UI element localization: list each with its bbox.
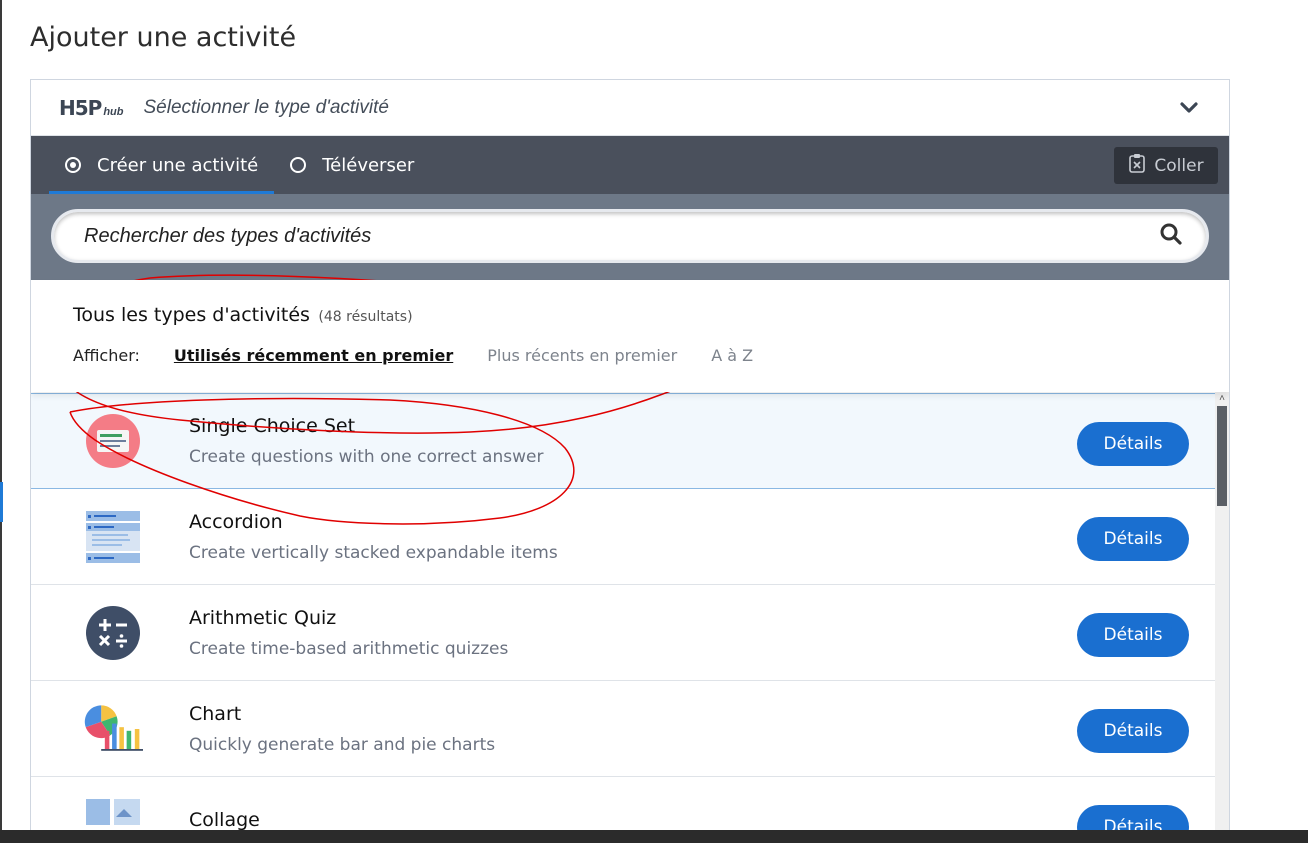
page-title: Ajouter une activité <box>30 22 297 53</box>
hub-header[interactable]: H5P hub Sélectionner le type d'activité <box>31 80 1229 136</box>
details-button[interactable]: Détails <box>1077 805 1189 831</box>
sort-newest[interactable]: Plus récents en premier <box>487 346 677 365</box>
hub-tabs: Créer une activité Téléverser Coller <box>31 136 1229 194</box>
h5p-hub: H5P hub Sélectionner le type d'activité … <box>30 79 1230 831</box>
item-text: Single Choice Set Create questions with … <box>189 415 543 467</box>
item-text: Collage <box>189 809 260 832</box>
item-text: Arithmetic Quiz Create time-based arithm… <box>189 607 508 659</box>
h5p-hub-logo: H5P hub <box>59 96 123 120</box>
paste-button-label: Coller <box>1154 155 1204 176</box>
sort-row: Afficher: Utilisés récemment en premier … <box>73 346 1187 365</box>
results-panel: Tous les types d'activités (48 résultats… <box>31 280 1229 392</box>
item-text: Accordion Create vertically stacked expa… <box>189 511 558 563</box>
sort-a-z[interactable]: A à Z <box>711 346 753 365</box>
tab-upload-label: Téléverser <box>322 154 415 176</box>
chevron-down-icon[interactable] <box>1177 96 1201 120</box>
search-bar <box>31 194 1229 280</box>
scroll-up-icon[interactable]: ˄ <box>1217 394 1227 404</box>
details-button[interactable]: Détails <box>1077 422 1189 466</box>
list-scrollbar[interactable]: ˄ <box>1215 392 1229 831</box>
sort-label: Afficher: <box>73 346 140 365</box>
item-title: Accordion <box>189 510 283 533</box>
sort-recently-used[interactable]: Utilisés récemment en premier <box>174 346 453 365</box>
item-description: Create vertically stacked expandable ite… <box>189 542 558 563</box>
list-item[interactable]: Arithmetic Quiz Create time-based arithm… <box>31 585 1216 681</box>
list-item[interactable]: Chart Quickly generate bar and pie chart… <box>31 681 1216 777</box>
search-icon[interactable] <box>1160 223 1182 250</box>
results-title: Tous les types d'activités <box>73 304 310 326</box>
radio-unchecked-icon <box>290 157 307 173</box>
logo-h5p-text: H5P <box>59 95 102 120</box>
accordion-icon <box>83 507 143 567</box>
details-button[interactable]: Détails <box>1077 709 1189 753</box>
logo-hub-text: hub <box>103 105 124 118</box>
search-input[interactable] <box>82 223 1160 249</box>
list-item[interactable]: Accordion Create vertically stacked expa… <box>31 489 1216 585</box>
list-item[interactable]: Single Choice Set Create questions with … <box>31 393 1216 489</box>
clipboard-icon <box>1128 153 1146 178</box>
tab-create[interactable]: Créer une activité <box>49 136 275 194</box>
radio-checked-icon <box>65 157 81 173</box>
tab-create-label: Créer une activité <box>97 154 259 176</box>
item-description: Create time-based arithmetic quizzes <box>189 638 509 659</box>
paste-button[interactable]: Coller <box>1114 147 1218 184</box>
chart-icon <box>83 699 143 759</box>
window-left-edge <box>0 0 2 830</box>
single-choice-set-icon <box>83 411 143 471</box>
arithmetic-quiz-icon <box>83 603 143 663</box>
details-button[interactable]: Détails <box>1077 517 1189 561</box>
item-text: Chart Quickly generate bar and pie chart… <box>189 703 495 755</box>
item-description: Create questions with one correct answer <box>189 447 544 467</box>
results-count: (48 résultats) <box>318 309 413 325</box>
item-title: Arithmetic Quiz <box>189 606 337 629</box>
tab-upload[interactable]: Téléverser <box>274 136 430 194</box>
collage-icon <box>83 795 143 832</box>
item-description: Quickly generate bar and pie charts <box>189 734 496 755</box>
item-title: Chart <box>189 702 242 725</box>
window-left-accent <box>0 482 3 522</box>
search-box <box>51 209 1209 263</box>
scroll-thumb[interactable] <box>1217 406 1227 506</box>
list-item[interactable]: Collage Détails <box>31 777 1216 831</box>
details-button[interactable]: Détails <box>1077 613 1189 657</box>
hub-header-title: Sélectionner le type d'activité <box>143 96 389 118</box>
taskbar <box>0 830 1308 843</box>
item-title: Collage <box>189 808 260 831</box>
content-type-list: Single Choice Set Create questions with … <box>31 393 1216 831</box>
item-title: Single Choice Set <box>189 415 356 437</box>
